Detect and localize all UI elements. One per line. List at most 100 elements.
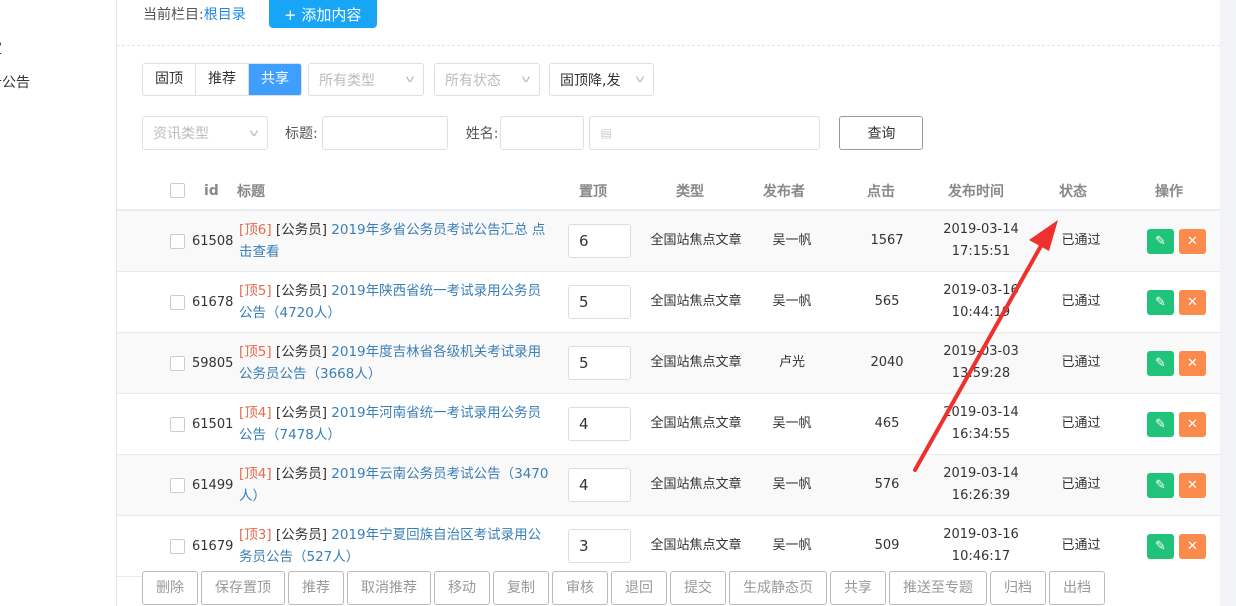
type-select[interactable]: 所有类型 v (308, 63, 424, 96)
delete-button[interactable]: ✕ (1179, 289, 1206, 315)
row-checkbox[interactable] (170, 416, 185, 432)
action-button[interactable]: 取消推荐 (347, 571, 431, 605)
toggle-recommend[interactable]: 推荐 (196, 64, 249, 95)
action-button[interactable]: 出档 (1049, 571, 1105, 605)
edit-button[interactable]: ✎ (1147, 411, 1174, 437)
action-button[interactable]: 移动 (434, 571, 490, 605)
action-button[interactable]: 生成静态页 (729, 571, 827, 605)
category-tag: [公务员] (275, 405, 327, 421)
pin-tag: [顶5] (239, 283, 272, 299)
row-time: 2019-03-14 16:26:39 (943, 466, 1019, 503)
table-row: 61508 [顶6] [公务员] 2019年多省公务员考试公告汇总 点击查看 6… (117, 211, 1220, 272)
row-status: 已通过 (1061, 538, 1101, 553)
toggle-group: 固顶 推荐 共享 (142, 63, 302, 96)
action-button[interactable]: 审核 (552, 571, 608, 605)
divider (117, 45, 1220, 46)
delete-button[interactable]: ✕ (1179, 533, 1206, 559)
row-title: [顶4] [公务员] 2019年云南公务员考试公告（3470人） (239, 463, 554, 507)
pencil-icon: ✎ (1155, 294, 1166, 310)
date-range-input[interactable]: ▤ (589, 116, 821, 150)
sidebar-item[interactable]: 定 (0, 38, 2, 58)
sidebar-item[interactable]: 告公告 (0, 72, 30, 92)
toggle-pinned[interactable]: 固顶 (143, 64, 196, 95)
top-order-input[interactable]: 4 (568, 407, 631, 441)
top-order-input[interactable]: 6 (568, 224, 631, 258)
row-type: 全国站焦点文章 (650, 477, 742, 492)
top-order-input[interactable]: 5 (568, 346, 631, 380)
content-table: id 标题 置顶 类型 发布者 点击 发布时间 状态 操作 61508 [顶6]… (117, 172, 1220, 577)
action-button[interactable]: 共享 (830, 571, 886, 605)
action-button[interactable]: 保存置顶 (201, 571, 285, 605)
title-input[interactable] (321, 116, 448, 150)
category-tag: [公务员] (275, 283, 327, 299)
add-content-button[interactable]: + 添加内容 (268, 0, 377, 28)
row-time: 2019-03-03 13:59:28 (943, 344, 1019, 381)
row-checkbox[interactable] (170, 355, 185, 371)
select-all-checkbox[interactable] (170, 183, 185, 198)
edit-button[interactable]: ✎ (1147, 289, 1174, 315)
sort-select-value: 固顶降,发 (560, 72, 621, 89)
table-row: 61499 [顶4] [公务员] 2019年云南公务员考试公告（3470人） 4… (117, 455, 1220, 516)
row-time: 2019-03-14 17:15:51 (943, 222, 1019, 259)
row-type: 全国站焦点文章 (650, 538, 742, 553)
pin-tag: [顶3] (239, 527, 272, 543)
edit-button[interactable]: ✎ (1147, 228, 1174, 254)
close-icon: ✕ (1187, 355, 1198, 371)
edit-button[interactable]: ✎ (1147, 472, 1174, 498)
row-id: 61501 (192, 416, 234, 432)
top-order-input[interactable]: 5 (568, 285, 631, 319)
status-select[interactable]: 所有状态 v (434, 63, 540, 96)
chevron-down-icon: v (635, 74, 645, 85)
row-publisher: 吴一帆 (772, 294, 812, 309)
col-type: 类型 (676, 183, 704, 200)
pin-tag: [顶4] (239, 466, 272, 482)
delete-button[interactable]: ✕ (1179, 472, 1206, 498)
top-order-input[interactable]: 4 (568, 468, 631, 502)
row-checkbox[interactable] (170, 294, 185, 310)
action-button[interactable]: 删除 (142, 571, 198, 605)
pin-tag: [顶6] (239, 222, 272, 238)
table-row: 59805 [顶5] [公务员] 2019年度吉林省各级机关考试录用公务员公告（… (117, 333, 1220, 394)
row-time: 2019-03-16 10:46:17 (943, 527, 1019, 564)
scrollbar[interactable] (1220, 0, 1236, 606)
row-checkbox[interactable] (170, 538, 185, 554)
delete-button[interactable]: ✕ (1179, 411, 1206, 437)
current-column-label: 当前栏目: (143, 7, 204, 23)
action-button[interactable]: 提交 (670, 571, 726, 605)
table-header: id 标题 置顶 类型 发布者 点击 发布时间 状态 操作 (117, 172, 1220, 211)
pencil-icon: ✎ (1155, 416, 1166, 432)
action-button[interactable]: 归档 (990, 571, 1046, 605)
col-top: 置顶 (579, 183, 607, 200)
edit-button[interactable]: ✎ (1147, 350, 1174, 376)
toggle-share[interactable]: 共享 (249, 64, 301, 95)
pencil-icon: ✎ (1155, 233, 1166, 249)
row-clicks: 576 (874, 477, 900, 492)
row-checkbox[interactable] (170, 233, 185, 249)
action-button[interactable]: 退回 (611, 571, 667, 605)
row-time: 2019-03-14 16:34:55 (943, 405, 1019, 442)
action-button[interactable]: 推送至专题 (889, 571, 987, 605)
table-row: 61501 [顶4] [公务员] 2019年河南省统一考试录用公务员公告（747… (117, 394, 1220, 455)
row-checkbox[interactable] (170, 477, 185, 493)
row-clicks: 565 (874, 294, 900, 309)
row-type: 全国站焦点文章 (650, 355, 742, 370)
delete-button[interactable]: ✕ (1179, 350, 1206, 376)
row-title: [顶4] [公务员] 2019年河南省统一考试录用公务员公告（7478人） (239, 402, 554, 446)
sort-select[interactable]: 固顶降,发 v (549, 63, 654, 96)
edit-button[interactable]: ✎ (1147, 533, 1174, 559)
row-id: 61678 (192, 294, 234, 310)
close-icon: ✕ (1187, 233, 1198, 249)
delete-button[interactable]: ✕ (1179, 228, 1206, 254)
action-button[interactable]: 推荐 (288, 571, 344, 605)
root-directory-link[interactable]: 根目录 (204, 4, 246, 24)
pencil-icon: ✎ (1155, 477, 1166, 493)
action-button[interactable]: 复制 (493, 571, 549, 605)
info-type-select[interactable]: 资讯类型 v (142, 116, 268, 150)
col-publisher: 发布者 (763, 183, 805, 200)
top-order-input[interactable]: 3 (568, 529, 631, 563)
col-id: id (204, 182, 219, 199)
row-status: 已通过 (1061, 416, 1101, 431)
query-button[interactable]: 查询 (839, 116, 924, 150)
row-id: 61508 (192, 233, 234, 249)
name-input[interactable] (500, 116, 585, 150)
